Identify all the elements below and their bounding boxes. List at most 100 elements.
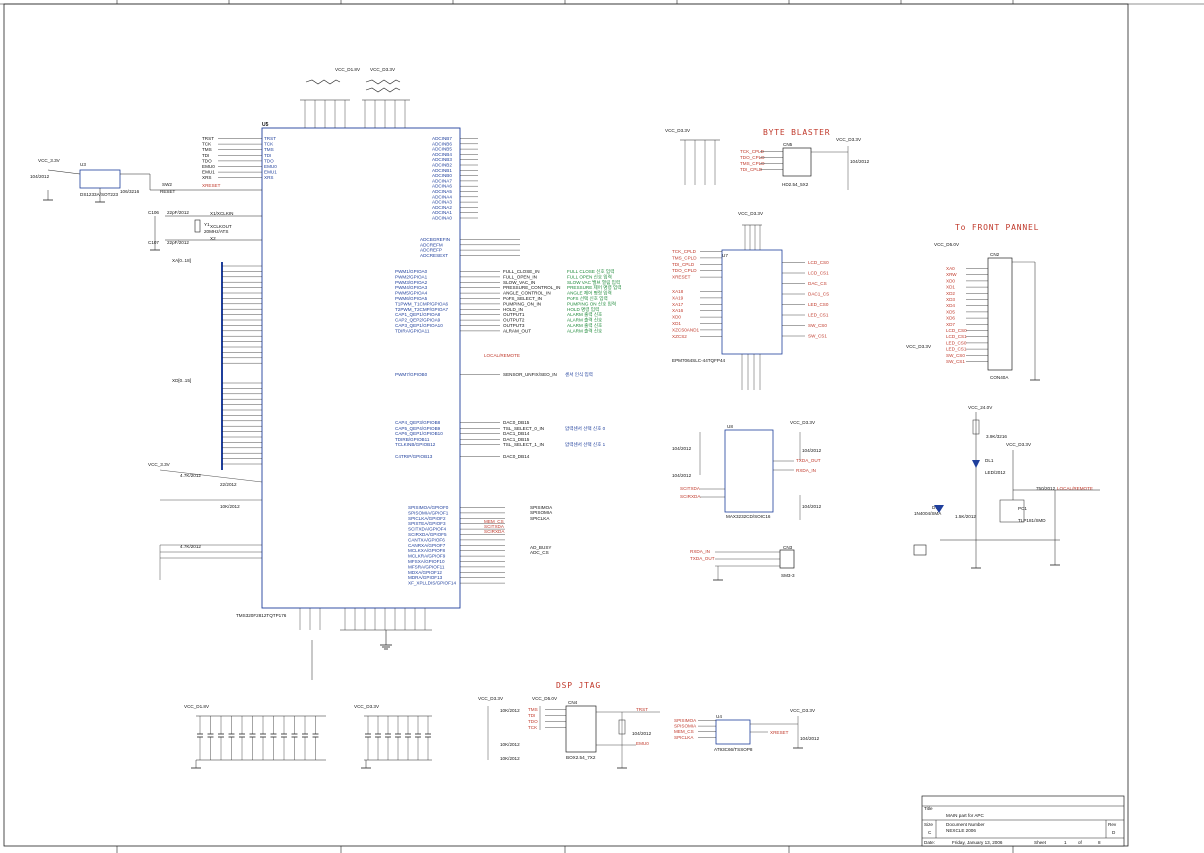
u5-bottom-power	[299, 608, 432, 680]
vcc33-label-1: VCC_D3.3V	[370, 67, 396, 72]
spi-net-5: SCIRXDA	[484, 529, 505, 534]
gpiob-pin-3: CAP6_QEP1/GPIOB10	[395, 431, 443, 436]
fp-net-11: LCD_CS1	[946, 334, 967, 339]
c106-value: 22pF/2012	[167, 210, 189, 215]
fp-net-8: XD6	[946, 316, 955, 321]
fp-net-1: XRW	[946, 272, 957, 277]
gpioa-pin-7: T2PWM_T2CMP/GPIOA7	[395, 307, 449, 312]
gpiob-net-3: DAC1_DB14	[503, 431, 530, 436]
xa-bus-label: XA[0..18]	[172, 258, 191, 263]
gpioa-pin-11: TDIRA/GPIOA11	[395, 328, 430, 333]
cpld-left-12: XZCS2	[672, 334, 687, 339]
adc-pin-adcinb3: ADCINB3	[432, 157, 452, 162]
cpld-right-nets: LCD_CS0 LCD_CS1 DAC_CS DAC1_CS LED_CS0 LED_CS…	[782, 260, 829, 339]
adc-pin-adcina4: ADCINA4	[432, 194, 452, 199]
c41-value: 104/2012	[672, 473, 692, 478]
fp-net-2: XD0	[946, 278, 955, 283]
spi-pin-1: SPISOMIA/GPIOF1	[408, 510, 449, 515]
u7-ref: U7	[722, 253, 728, 258]
bank18-vcc: VCC_D1.8V	[184, 704, 210, 709]
tb-of: 8	[1098, 840, 1101, 845]
spi-nets: SPISIMOASPISOMIASPICLKAMEM_CSSCITXDASCIR…	[484, 505, 553, 555]
adc-pin-adcinb0: ADCINB0	[432, 173, 452, 178]
pc1-ref: PC1	[1018, 506, 1027, 511]
adc-pin-adcinb4: ADCINB4	[432, 152, 452, 157]
txda-out-net: TXDA_OUT	[690, 556, 715, 561]
u5-ref: U5	[262, 122, 269, 128]
r7-value: 4.7K/2012	[180, 544, 201, 549]
c21-value: 106/3216	[120, 189, 140, 194]
tb-size-label: Size	[924, 822, 933, 827]
r5-value: 22/2012	[220, 482, 237, 487]
spi-pin-0: SPISIMOA/GPIOF0	[408, 505, 449, 510]
adc-pin-adcina2: ADCINA2	[432, 205, 452, 210]
decoupling-bank-18v: VCC_D1.8V	[184, 704, 326, 769]
jtag-net-left-0: TMS	[528, 707, 538, 712]
u5-net-tms: TMS	[202, 147, 212, 152]
gpiob-note-0: 센서 인식 입력	[565, 371, 593, 378]
u5-pin-xrs: XRS	[264, 175, 273, 180]
u3-ref: U3	[80, 162, 86, 167]
spi-pin-2: SPICLKA/GPIOF2	[408, 516, 446, 521]
r2-value: 3.9K/3216	[986, 434, 1007, 439]
gpioa-pin-3: PWM4/GPIOA3	[395, 285, 428, 290]
spi-pin-11: MFSRA/GPIOF11	[408, 564, 445, 569]
fp-net-15: SW_CS1	[946, 359, 965, 364]
gpioa-net-4: ANGLE_CONTROL_IN	[503, 291, 551, 296]
gpioa-pin-0: PWM1/GPIOA0	[395, 269, 428, 274]
gpioa-note-11: ALARM 출력 신호	[567, 327, 602, 334]
cpld-left-6: XA19	[672, 295, 684, 300]
spi-pin-14: XF_XPLLDIS/GPIOF14	[408, 581, 456, 586]
gpioa-pin-4: PWM5/GPIOA4	[395, 291, 428, 296]
tb-sheet-label: Sheet	[1034, 840, 1047, 845]
cpld-right-1: LCD_CS1	[808, 271, 829, 276]
c102-value: 104/2012	[850, 159, 870, 164]
u4-vcc: VCC_D3.3V	[790, 708, 816, 713]
gpioa-net-10: OUTPUT3	[503, 323, 525, 328]
spi-pin-4: SCITXDA/GPIOF4	[408, 527, 446, 532]
gpioa-pin-6: T1PWM_T1CMP/GPIOA6	[395, 301, 449, 306]
cpld-right-4: LED_CS0	[808, 302, 829, 307]
u8-ref: U8	[727, 424, 733, 429]
c40-value: 104/2012	[672, 446, 692, 451]
local-remote-net: LOCAL/REMOTE	[484, 353, 520, 358]
adc-pin-adcinb7: ADCINB7	[432, 136, 452, 141]
spi-net-7: ADC_CS	[530, 550, 549, 555]
u3-vcc: VCC_3.3V	[38, 158, 61, 163]
dsp-jtag-title: DSP JTAG	[556, 681, 601, 690]
cn2-value: CON40A	[990, 375, 1009, 380]
u5-net-trst: TRST	[202, 136, 214, 141]
jtag-vcc33: VCC_D3.3V	[478, 696, 504, 701]
gpioa-net-2: SLOW_VAC_IN	[503, 280, 535, 285]
gpioa-net-11: ALRAM_OUT	[503, 328, 531, 333]
cpld-left-7: XA17	[672, 302, 684, 307]
spi-net-1: SPISOMIA	[530, 510, 553, 515]
u3-value: DS1233A/SOT223	[80, 192, 118, 197]
cpld-left-0: TCK_CPLD	[672, 249, 697, 254]
fp-net-0: XA0	[946, 266, 955, 271]
decoupling-bank-33v: VCC_D3.3V	[354, 704, 432, 769]
cpld-left-8: XA16	[672, 308, 684, 313]
adc-ref-adcrefp: ADCREFP	[420, 248, 442, 253]
adc-pin-adcinb1: ADCINB1	[432, 168, 452, 173]
jtag-net-left-1: TDI	[528, 713, 535, 718]
fp-net-12: LED_CS0	[946, 340, 967, 345]
spi-pin-9: MCLKRA/GPIOF9	[408, 554, 446, 559]
gpiob-net-1: DAC0_DB15	[503, 420, 530, 425]
rs232-txd-out: TXDA_OUT	[796, 458, 821, 463]
u8-vcc: VCC_D3.3V	[790, 420, 816, 425]
jtag-net-left-2: TDO	[528, 719, 538, 724]
gpiob-pin-5: TCLKINB/GPIOB12	[395, 442, 436, 447]
reset-supervisor-u3: U3 DS1233A/SOT223 VCC_3.3V XRESET 104/20…	[30, 158, 262, 203]
cpld-left-2: TDI_CPLD	[672, 262, 695, 267]
adc-ref-adcrefm: ADCREFM	[420, 242, 443, 247]
gpioa-pin-1: PWM2/GPIOA1	[395, 274, 428, 279]
sw2-value: RESET	[160, 189, 176, 194]
d1-value: 1N4004/SMA	[914, 511, 942, 516]
dsp-u5: U5 TMS320F2812TQTP176 TRSTTRSTTCKTCKTMST…	[172, 67, 621, 680]
bank33-caps	[365, 716, 431, 760]
c34-value: 104/2012	[30, 174, 50, 179]
adc-pin-adcinb6: ADCINB6	[432, 141, 452, 146]
title-block: Title MAIN part for APC Size C Document …	[921, 795, 1125, 847]
cpld-right-6: SW_CS0	[808, 323, 827, 328]
